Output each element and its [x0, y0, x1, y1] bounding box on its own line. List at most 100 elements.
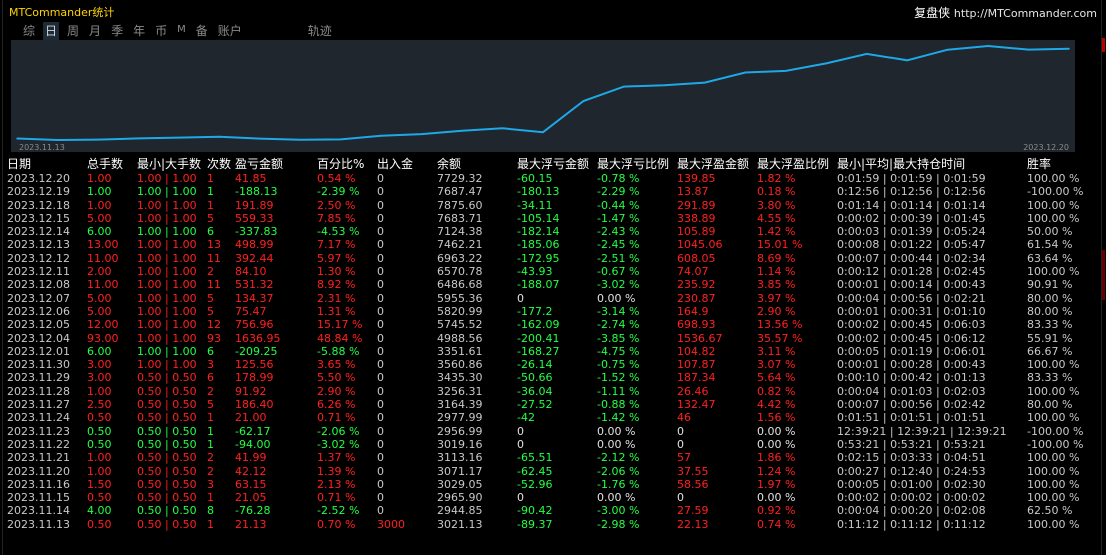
table-row[interactable]: 2023.11.20 1.00 0.50 | 0.50 2 42.12 1.39 % 0 30…	[7, 465, 1087, 478]
table-cell: 4.00	[87, 504, 112, 518]
table-cell: 0.54 %	[317, 172, 356, 185]
table-cell: 2023.12.20	[7, 172, 70, 185]
table-row[interactable]: 2023.11.30 3.00 1.00 | 1.00 3 125.56 3.65 % 0 3…	[7, 358, 1087, 371]
table-cell: 3000	[377, 517, 405, 531]
tab-6[interactable]: 币	[153, 22, 169, 40]
table-cell: 100.00 %	[1027, 411, 1080, 425]
table-row[interactable]: 2023.12.08 11.00 1.00 | 1.00 11 531.32 8.92 %…	[7, 278, 1087, 291]
table-cell: -188.07	[517, 278, 560, 292]
table-row[interactable]: 2023.11.27 2.50 0.50 | 0.50 5 186.40 6.26 % 0 3…	[7, 398, 1087, 411]
table-row[interactable]: 2023.11.29 3.00 0.50 | 0.50 6 178.99 5.50 % 0 3…	[7, 371, 1087, 384]
table-row[interactable]: 2023.12.19 1.00 1.00 | 1.00 1 -188.13 -2.39 %…	[7, 185, 1087, 198]
table-row[interactable]: 2023.12.11 2.00 1.00 | 1.00 2 84.10 1.30 % 0 65…	[7, 265, 1087, 278]
table-cell: 100.00 %	[1027, 172, 1080, 185]
table-cell: 0.00 %	[597, 291, 636, 305]
table-cell: 0	[377, 491, 384, 505]
table-cell: -180.13	[517, 185, 560, 199]
column-header[interactable]: 次数	[207, 156, 235, 172]
table-row[interactable]: 2023.11.14 4.00 0.50 | 0.50 8 -76.28 -2.52 % 0…	[7, 504, 1087, 517]
table-cell: -168.27	[517, 344, 560, 358]
column-header[interactable]: 百分比%	[317, 156, 377, 172]
table-cell: 1.00 | 1.00	[137, 251, 197, 265]
table-cell: 0.50	[87, 424, 112, 438]
table-cell: -1.76 %	[597, 477, 640, 491]
equity-point	[744, 71, 747, 74]
column-header[interactable]: 余额	[437, 156, 517, 172]
tab-2[interactable]: 周	[65, 22, 81, 40]
table-row[interactable]: 2023.12.04 93.00 1.00 | 1.00 93 1636.95 48.84…	[7, 332, 1087, 345]
brand: 复盘侠 http://MTCommander.com	[914, 4, 1097, 21]
table-cell: 1.56 %	[757, 411, 796, 425]
table-cell: 559.33	[235, 211, 274, 225]
table-cell: 0:00:10 | 0:00:42 | 0:01:13	[837, 371, 986, 385]
table-cell: -52.96	[517, 477, 553, 491]
table-cell: 338.89	[677, 211, 716, 225]
table-cell: 291.89	[677, 198, 716, 212]
column-header[interactable]: 最小|大手数	[137, 156, 207, 172]
table-cell: 0.70 %	[317, 517, 356, 531]
table-cell: 1536.67	[677, 331, 723, 345]
table-row[interactable]: 2023.12.07 5.00 1.00 | 1.00 5 134.37 2.31 % 0 5…	[7, 292, 1087, 305]
table-row[interactable]: 2023.12.18 1.00 1.00 | 1.00 1 191.89 2.50 % 0 7…	[7, 199, 1087, 212]
table-cell: 186.40	[235, 398, 274, 412]
table-row[interactable]: 2023.12.06 5.00 1.00 | 1.00 5 75.47 1.31 % 0 58…	[7, 305, 1087, 318]
column-header[interactable]: 最大浮亏比例	[597, 156, 677, 172]
table-row[interactable]: 2023.11.16 1.50 0.50 | 0.50 3 63.15 2.13 % 0 30…	[7, 478, 1087, 491]
table-cell: 608.05	[677, 251, 716, 265]
table-row[interactable]: 2023.11.15 0.50 0.50 | 0.50 1 21.05 0.71 % 0 29…	[7, 491, 1087, 504]
table-cell: 2023.11.29	[7, 371, 70, 385]
column-header[interactable]: 最大浮盈比例	[757, 156, 837, 172]
table-row[interactable]: 2023.12.05 12.00 1.00 | 1.00 12 756.96 15.17 …	[7, 318, 1087, 331]
table-cell: 1.00 | 1.00	[137, 291, 197, 305]
table-cell: 6	[207, 225, 214, 239]
table-row[interactable]: 2023.11.13 0.50 0.50 | 0.50 1 21.13 0.70 % 300…	[7, 518, 1087, 531]
table-cell: -100.00 %	[1027, 437, 1084, 451]
table-row[interactable]: 2023.11.22 0.50 0.50 | 0.50 1 -94.00 -3.02 % 0…	[7, 438, 1087, 451]
table-cell: 0.74 %	[757, 517, 796, 531]
table-row[interactable]: 2023.12.14 6.00 1.00 | 1.00 6 -337.83 -4.53 %…	[7, 225, 1087, 238]
table-cell: 0	[377, 211, 384, 225]
column-header[interactable]: 最大浮盈金额	[677, 156, 757, 172]
table-cell: -0.44 %	[597, 198, 640, 212]
table-row[interactable]: 2023.12.13 13.00 1.00 | 1.00 13 498.99 7.17 %…	[7, 238, 1087, 251]
table-cell: 1.00 | 1.00	[137, 304, 197, 318]
table-row[interactable]: 2023.12.12 11.00 1.00 | 1.00 11 392.44 5.97 %…	[7, 252, 1087, 265]
table-cell: 5.00	[87, 211, 112, 225]
table-row[interactable]: 2023.11.21 1.00 0.50 | 0.50 2 41.99 1.37 % 0 31…	[7, 451, 1087, 464]
table-cell: -1.11 %	[597, 384, 640, 398]
equity-point	[784, 70, 787, 72]
brand-url-link[interactable]: http://MTCommander.com	[954, 7, 1097, 20]
column-header[interactable]: 最小|平均|最大持仓时间	[837, 156, 1027, 172]
table-row[interactable]: 2023.12.01 6.00 1.00 | 1.00 6 -209.25 -5.88 %…	[7, 345, 1087, 358]
tab-1[interactable]: 日	[43, 22, 60, 40]
table-cell: -62.17	[235, 424, 271, 438]
tab-8[interactable]: 备	[194, 22, 210, 40]
tab-3[interactable]: 月	[87, 22, 103, 40]
scroll-marker	[1102, 250, 1105, 300]
column-header[interactable]: 出入金	[377, 156, 437, 172]
tab-0[interactable]: 综	[21, 22, 37, 40]
column-header[interactable]: 胜率	[1027, 156, 1087, 172]
table-row[interactable]: 2023.12.20 1.00 1.00 | 1.00 1 41.85 0.54 % 0 77…	[7, 172, 1087, 185]
tab-5[interactable]: 年	[131, 22, 147, 40]
column-header[interactable]: 总手数	[87, 156, 137, 172]
table-cell: 15.17 %	[317, 318, 363, 332]
tab-9[interactable]: 账户	[216, 22, 244, 40]
table-row[interactable]: 2023.11.28 1.00 0.50 | 0.50 2 91.92 2.90 % 0 32…	[7, 385, 1087, 398]
table-cell: 0:00:03 | 0:01:39 | 0:05:24	[837, 225, 986, 239]
table-row[interactable]: 2023.11.23 0.50 0.50 | 0.50 1 -62.17 -2.06 % 0…	[7, 425, 1087, 438]
tab-4[interactable]: 季	[109, 22, 125, 40]
tab-10[interactable]: 轨迹	[306, 22, 334, 40]
brand-name: 复盘侠	[914, 6, 951, 20]
column-header[interactable]: 盈亏金额	[235, 156, 317, 172]
table-cell: 5	[207, 398, 214, 412]
tab-7[interactable]: M	[175, 22, 188, 40]
column-header[interactable]: 日期	[7, 156, 87, 172]
table-row[interactable]: 2023.12.15 5.00 1.00 | 1.00 5 559.33 7.85 % 0 7…	[7, 212, 1087, 225]
table-cell: 0	[377, 398, 384, 412]
table-cell: 0:00:01 | 0:00:14 | 0:00:43	[837, 278, 986, 292]
table-row[interactable]: 2023.11.24 0.50 0.50 | 0.50 1 21.00 0.71 % 0 29…	[7, 411, 1087, 424]
column-header[interactable]: 最大浮亏金额	[517, 156, 597, 172]
table-cell: 58.56	[677, 477, 709, 491]
table-cell: 4988.56	[437, 331, 483, 345]
